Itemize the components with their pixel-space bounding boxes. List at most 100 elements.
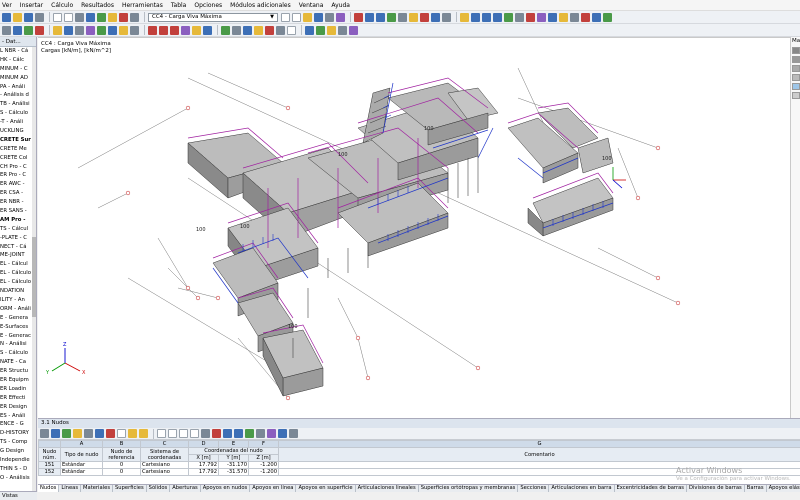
addon-module-item[interactable]: -PLATE - C: [0, 234, 36, 243]
table-insert-icon[interactable]: [95, 429, 104, 438]
cell-x[interactable]: 17.792: [188, 468, 219, 476]
solid-model-icon[interactable]: [548, 12, 557, 22]
addon-module-item[interactable]: ENCE - G: [0, 420, 36, 429]
calculate-icon[interactable]: [97, 12, 106, 22]
addon-module-item[interactable]: CRETE Col: [0, 154, 36, 163]
table-find-icon[interactable]: [201, 429, 210, 438]
info-icon[interactable]: [276, 25, 285, 35]
undo-icon[interactable]: [53, 12, 62, 22]
surface-icon[interactable]: [398, 12, 407, 22]
addon-module-item[interactable]: HK - Cálc: [0, 56, 36, 65]
addon-module-item[interactable]: ER Loadin: [0, 385, 36, 394]
table-edit-icon[interactable]: [51, 429, 60, 438]
table-paste-icon[interactable]: [84, 429, 93, 438]
menu-modulos[interactable]: Módulos adicionales: [230, 2, 291, 9]
dxf-icon[interactable]: [327, 25, 336, 35]
table-settings-icon[interactable]: [278, 429, 287, 438]
addon-module-item[interactable]: TB - Análisi: [0, 100, 36, 109]
diagram-icon[interactable]: [336, 12, 345, 22]
show-results-icon[interactable]: [314, 12, 323, 22]
table-tab[interactable]: Superficies ortótropas y membranas: [419, 485, 519, 492]
table-first-icon[interactable]: [157, 429, 166, 438]
divide-icon[interactable]: [97, 25, 106, 35]
table-print-icon[interactable]: [256, 429, 265, 438]
table-tab[interactable]: Articulaciones en barra: [549, 485, 615, 492]
addon-module-item[interactable]: CRETE Me: [0, 145, 36, 154]
table-view-icon[interactable]: [139, 429, 148, 438]
addon-module-item[interactable]: TS - Cálcul: [0, 225, 36, 234]
table-copy-icon[interactable]: [73, 429, 82, 438]
select-icon[interactable]: [354, 12, 363, 22]
addon-module-item[interactable]: S - Cálculo: [0, 349, 36, 358]
addon-module-item[interactable]: L NBR - Cá: [0, 47, 36, 56]
color-swatch[interactable]: [792, 92, 800, 99]
addon-module-item[interactable]: -T - Análi: [0, 118, 36, 127]
table-tab[interactable]: Materiales: [81, 485, 114, 492]
addon-module-item[interactable]: CRETE Sur: [0, 136, 36, 145]
addon-module-item[interactable]: ORM - Análi: [0, 305, 36, 314]
load-surface-icon[interactable]: [170, 25, 179, 35]
column-letter[interactable]: D: [188, 440, 219, 448]
structural-model-drawing[interactable]: 100 100 100 100 100 100 X Z Y: [38, 38, 790, 418]
table-tab[interactable]: Superficies: [113, 485, 147, 492]
addon-module-item[interactable]: E - Genera: [0, 314, 36, 323]
project-icon[interactable]: [86, 25, 95, 35]
addon-module-item[interactable]: ER NBR -: [0, 198, 36, 207]
menu-insertar[interactable]: Insertar: [20, 2, 43, 9]
save-icon[interactable]: [24, 12, 33, 22]
addon-module-item[interactable]: EL - Cálculo: [0, 269, 36, 278]
visibility-icon[interactable]: [559, 12, 568, 22]
next-loadcase-icon[interactable]: [292, 12, 301, 22]
guide-icon[interactable]: [592, 12, 601, 22]
view-z-icon[interactable]: [493, 12, 502, 22]
color-swatch[interactable]: [792, 65, 800, 72]
addon-module-item[interactable]: ER Design: [0, 403, 36, 412]
results-icon[interactable]: [108, 12, 117, 22]
table-tab[interactable]: Nudos: [38, 485, 60, 492]
addon-module-item[interactable]: MINUM - C: [0, 65, 36, 74]
addon-module-item[interactable]: ER SANS -: [0, 207, 36, 216]
view-x-icon[interactable]: [471, 12, 480, 22]
table-tab[interactable]: Barras: [745, 485, 767, 492]
menu-herramientas[interactable]: Herramientas: [122, 2, 163, 9]
cell-ref-node[interactable]: 0: [102, 468, 141, 476]
color-swatch[interactable]: [792, 56, 800, 63]
redo-icon[interactable]: [64, 12, 73, 22]
wireframe-icon[interactable]: [537, 12, 546, 22]
delete-icon[interactable]: [35, 25, 44, 35]
numbering-icon[interactable]: [570, 12, 579, 22]
check-icon[interactable]: [265, 25, 274, 35]
table-tab[interactable]: Sólidos: [147, 485, 171, 492]
menu-resultados[interactable]: Resultados: [81, 2, 114, 9]
table-goto-icon[interactable]: [40, 429, 49, 438]
addon-module-item[interactable]: NECT - Cá: [0, 243, 36, 252]
menu-ver[interactable]: Ver: [2, 2, 12, 9]
copy-icon[interactable]: [24, 25, 33, 35]
addon-module-item[interactable]: ER Pro - C: [0, 171, 36, 180]
view-icon[interactable]: [86, 12, 95, 22]
table-tab[interactable]: Divisiones de barras: [687, 485, 745, 492]
show-loads-icon[interactable]: [303, 12, 312, 22]
table-import-icon[interactable]: [223, 429, 232, 438]
move-icon[interactable]: [13, 25, 22, 35]
addon-module-item[interactable]: EL - Cálcul: [0, 260, 36, 269]
addon-module-item[interactable]: ER Effecti: [0, 394, 36, 403]
navigator-scrollbar-thumb[interactable]: [32, 237, 36, 317]
column-letter[interactable]: F: [248, 440, 279, 448]
node-icon[interactable]: [365, 12, 374, 22]
addon-module-item[interactable]: N - Análisi: [0, 340, 36, 349]
table-last-icon[interactable]: [190, 429, 199, 438]
addon-module-item[interactable]: ME-JOINT: [0, 251, 36, 260]
color-swatch[interactable]: [792, 83, 800, 90]
section-icon[interactable]: [442, 12, 451, 22]
table-delete-icon[interactable]: [106, 429, 115, 438]
scale-icon[interactable]: [75, 25, 84, 35]
menu-ventana[interactable]: Ventana: [299, 2, 324, 9]
load-free-icon[interactable]: [192, 25, 201, 35]
addon-module-item[interactable]: - Análisis d: [0, 91, 36, 100]
table-tab[interactable]: Secciones: [518, 485, 550, 492]
addon-module-item[interactable]: PA - Análi: [0, 83, 36, 92]
menu-calculo[interactable]: Cálculo: [51, 2, 73, 9]
member-icon[interactable]: [387, 12, 396, 22]
table-export-icon[interactable]: [234, 429, 243, 438]
